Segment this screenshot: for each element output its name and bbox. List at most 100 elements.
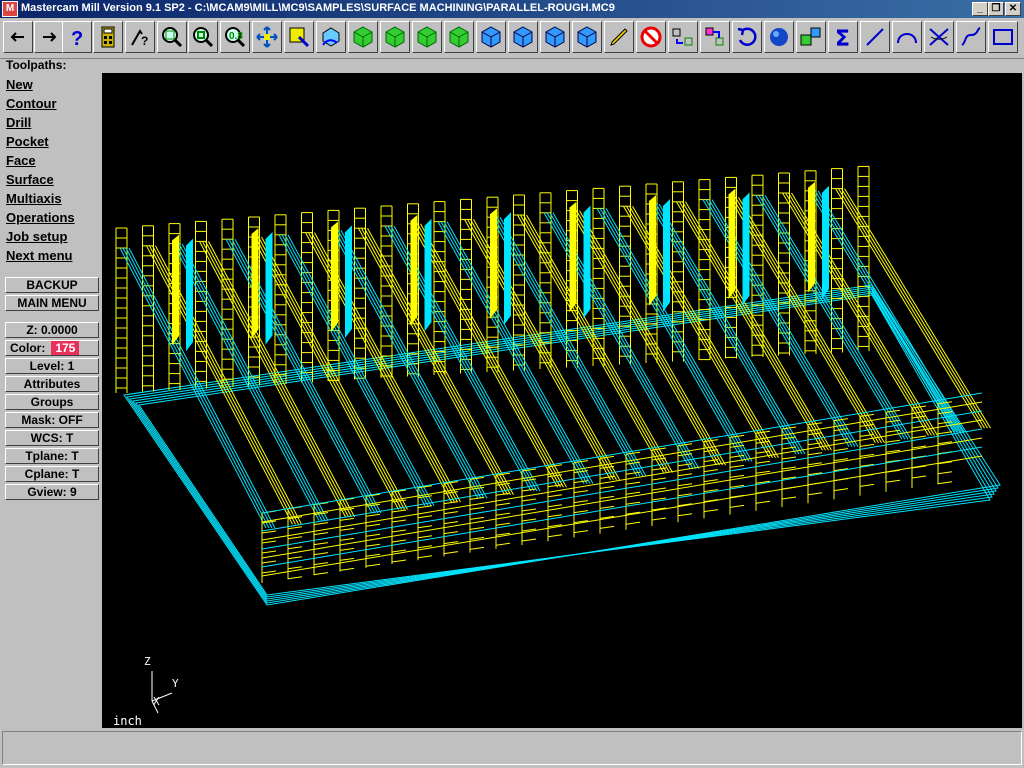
- menu-item-drill[interactable]: Drill: [6, 115, 31, 130]
- view-front-button[interactable]: [380, 21, 410, 53]
- no-entry-button[interactable]: [636, 21, 666, 53]
- wire-segment: [807, 492, 823, 496]
- translate-icon: [705, 27, 724, 46]
- menu-item-pocket[interactable]: Pocket: [6, 134, 49, 149]
- wire-segment: [365, 553, 381, 557]
- calculator-button[interactable]: [93, 21, 123, 53]
- shaded-front-button[interactable]: [508, 21, 538, 53]
- tplane-button[interactable]: Tplane: T: [5, 448, 99, 464]
- wire-segment: [625, 481, 641, 485]
- arc-button[interactable]: [892, 21, 922, 53]
- wire-segment: [469, 506, 485, 510]
- shaded-side-button[interactable]: [540, 21, 570, 53]
- analyze-button[interactable]: ?: [125, 21, 155, 53]
- wire-segment: [521, 538, 537, 542]
- menu-item-job-setup[interactable]: Job setup: [6, 229, 67, 244]
- wire-polygon: [186, 238, 193, 352]
- pan-button[interactable]: [252, 21, 282, 53]
- wire-segment: [495, 522, 511, 526]
- level-button[interactable]: Level: 1: [5, 358, 99, 374]
- wire-segment: [313, 522, 329, 526]
- zoom-window-button[interactable]: [157, 21, 187, 53]
- menu-item-surface[interactable]: Surface: [6, 172, 54, 187]
- restore-button[interactable]: ❐: [988, 2, 1004, 16]
- menu-item-next-menu[interactable]: Next menu: [6, 248, 72, 263]
- screen-select-button[interactable]: [284, 21, 314, 53]
- wire-segment: [287, 566, 303, 570]
- menu-header: Toolpaths:: [6, 58, 67, 72]
- view-side-button[interactable]: [412, 21, 442, 53]
- z-depth-button[interactable]: Z: 0.0000: [5, 322, 99, 338]
- close-button[interactable]: ✕: [1005, 2, 1021, 16]
- color-button[interactable]: Color: 175: [5, 340, 99, 356]
- menu-item-contour[interactable]: Contour: [6, 96, 57, 111]
- wire-segment: [703, 509, 719, 513]
- wire-segment: [781, 456, 797, 460]
- sphere-button[interactable]: [764, 21, 794, 53]
- menu-item-face[interactable]: Face: [6, 153, 36, 168]
- rectangle-button[interactable]: [988, 21, 1018, 53]
- wire-segment: [261, 540, 277, 544]
- wire-segment: [339, 537, 355, 541]
- wire-segment: [469, 546, 485, 550]
- trim-button[interactable]: [924, 21, 954, 53]
- mask-button[interactable]: Mask: OFF: [5, 412, 99, 428]
- wire-segment: [599, 485, 615, 489]
- undo-button[interactable]: [732, 21, 762, 53]
- copy-button[interactable]: [796, 21, 826, 53]
- zoom-out-button[interactable]: [188, 21, 218, 53]
- attributes-button[interactable]: Attributes: [5, 376, 99, 392]
- forward-button[interactable]: [34, 21, 64, 53]
- wire-segment: [573, 530, 589, 534]
- line-button[interactable]: [860, 21, 890, 53]
- view-iso-button[interactable]: [444, 21, 474, 53]
- help-button[interactable]: ?: [62, 21, 92, 53]
- wire-segment: [495, 492, 511, 496]
- main-menu-button[interactable]: MAIN MENU: [5, 295, 99, 311]
- color-label: Color:: [10, 341, 46, 355]
- menu-item-operations[interactable]: Operations: [6, 210, 75, 225]
- units-indicator: inch: [113, 714, 142, 728]
- arc-icon: [897, 33, 917, 44]
- gview-button[interactable]: Gview: 9: [5, 484, 99, 500]
- wire-segment: [365, 533, 381, 537]
- transform-button[interactable]: [668, 21, 698, 53]
- shaded-top-button[interactable]: [476, 21, 506, 53]
- view-top-button[interactable]: [348, 21, 378, 53]
- wcs-button[interactable]: WCS: T: [5, 430, 99, 446]
- wire-segment: [339, 567, 355, 571]
- wire-segment: [573, 500, 589, 504]
- sum-icon: Σ: [835, 27, 850, 49]
- menu-item-multiaxis[interactable]: Multiaxis: [6, 191, 62, 206]
- wire-segment: [287, 556, 303, 560]
- graphics-viewport[interactable]: Z Y X inch: [102, 73, 1022, 728]
- groups-button[interactable]: Groups: [5, 394, 99, 410]
- pencil-button[interactable]: [604, 21, 634, 53]
- rectangle-icon: [993, 29, 1013, 45]
- zoom-in-button[interactable]: 0.8: [220, 21, 250, 53]
- menu-item-new[interactable]: New: [6, 77, 33, 92]
- minimize-button[interactable]: _: [972, 2, 988, 16]
- cplane-button[interactable]: Cplane: T: [5, 466, 99, 482]
- spline-button[interactable]: [956, 21, 986, 53]
- svg-text:0.8: 0.8: [229, 31, 243, 42]
- wire-polygon: [172, 234, 179, 346]
- wire-segment: [625, 521, 641, 525]
- view-top-icon: [353, 26, 373, 48]
- color-swatch: 175: [51, 341, 80, 355]
- back-button[interactable]: [3, 21, 33, 53]
- translate-button[interactable]: [700, 21, 730, 53]
- app-icon[interactable]: M: [2, 1, 18, 17]
- shaded-iso-button[interactable]: [572, 21, 602, 53]
- axis-triad-icon: [151, 671, 173, 714]
- sum-button[interactable]: Σ: [828, 21, 858, 53]
- wire-segment: [677, 513, 693, 517]
- wire-segment: [844, 188, 991, 429]
- wire-segment: [287, 526, 303, 530]
- title-bar: M Mastercam Mill Version 9.1 SP2 - C:\MC…: [0, 0, 1024, 18]
- backup-button[interactable]: BACKUP: [5, 277, 99, 293]
- wire-segment: [339, 517, 355, 521]
- wire-polygon: [331, 221, 338, 333]
- rotate-button[interactable]: [316, 21, 346, 53]
- wire-segment: [391, 539, 407, 543]
